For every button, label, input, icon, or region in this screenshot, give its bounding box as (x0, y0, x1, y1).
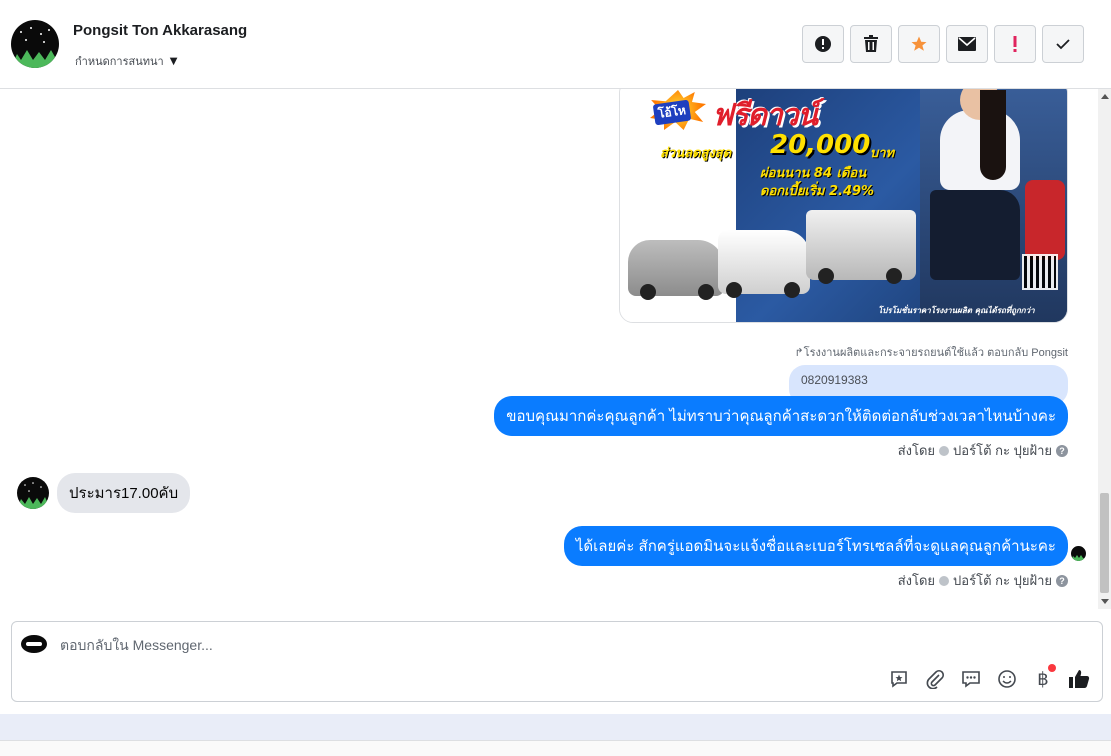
promo-discount-label: ส่วนลดสูงสุด (660, 146, 732, 161)
help-icon[interactable]: ? (1056, 444, 1068, 457)
promo-footer-text: โปรโมชั่นราคาโรงงานผลิต คุณได้รถที่ถูกกว… (878, 306, 1035, 315)
trash-icon (864, 35, 878, 52)
mark-unread-button[interactable] (946, 25, 988, 63)
promo-interest: ดอกเบี้ยเริ่ม 2.49% (760, 184, 875, 199)
help-icon[interactable]: ? (1056, 574, 1068, 587)
mark-done-button[interactable] (1042, 25, 1084, 63)
promo-discount-value: 20,000 (770, 130, 871, 160)
promo-car-cage-truck (806, 210, 916, 284)
delivered-check-icon (939, 575, 950, 586)
payment-button[interactable]: ฿ (1032, 664, 1056, 690)
contact-name[interactable]: Pongsit Ton Akkarasang (73, 22, 247, 39)
sent-by-name: ปอร์โต้ กะ ปุยฝ้าย (953, 443, 1052, 458)
sent-by-name: ปอร์โต้ กะ ปุยฝ้าย (953, 573, 1052, 588)
caret-down-icon: ▼ (169, 55, 178, 67)
baht-icon: ฿ (1037, 668, 1049, 690)
thread-scrollbar[interactable] (1098, 89, 1111, 609)
promo-image-attachment[interactable]: โอ้โห ฟรีดาวน์ ส่วนลดสูงสุด 20,000 บาท ผ… (619, 89, 1068, 323)
star-icon (911, 36, 927, 51)
assign-label: กำหนดการสนทนา (75, 55, 164, 68)
page-avatar (21, 635, 47, 653)
scroll-up-icon[interactable] (1101, 94, 1109, 99)
paperclip-icon (926, 669, 945, 689)
attach-button[interactable] (924, 668, 946, 690)
sent-by-info: ส่งโดย ปอร์โต้ กะ ปุยฝ้าย ? (898, 570, 1068, 591)
promo-discount-unit: บาท (870, 146, 895, 161)
sent-by-prefix: ส่งโดย (897, 443, 936, 458)
seen-by-avatar (1071, 546, 1086, 561)
outgoing-message[interactable]: ได้เลยค่ะ สักครู่แอดมินจะแจ้งชื่อและเบอร… (563, 526, 1068, 566)
notification-dot (1048, 664, 1056, 672)
reply-note: ↱โรงงานผลิตและกระจายรถยนต์ใช้แล้ว ตอบกลั… (794, 347, 1068, 359)
alert-circle-icon (815, 36, 831, 52)
inbox-conversation-view: Pongsit Ton Akkarasang กำหนดการสนทนา ▼ โ… (0, 0, 1111, 756)
incoming-message-row: ประมาร17.00คับ (17, 473, 191, 513)
star-button[interactable] (898, 25, 940, 63)
contact-avatar[interactable] (11, 20, 59, 68)
delivered-check-icon (939, 445, 950, 456)
thumbs-up-icon (1069, 670, 1090, 688)
qr-code-icon (1022, 254, 1058, 290)
mark-spam-button[interactable] (802, 25, 844, 63)
promo-car-pickup (718, 230, 810, 298)
scrollbar-thumb[interactable] (1100, 493, 1109, 593)
promo-model-legs (930, 190, 1020, 280)
sent-by-prefix: ส่งโดย (897, 573, 936, 588)
composer-tools: ฿ (888, 664, 1090, 690)
quick-replies-button[interactable] (960, 668, 982, 690)
follow-up-button[interactable] (994, 25, 1036, 63)
delete-button[interactable] (850, 25, 892, 63)
outgoing-message[interactable]: ขอบคุณมากค่ะคุณลูกค้า ไม่ทราบว่าคุณลูกค้… (494, 396, 1068, 436)
saved-reply-icon (891, 671, 907, 688)
conversation-header: Pongsit Ton Akkarasang กำหนดการสนทนา ▼ (0, 0, 1111, 89)
message-thread[interactable]: โอ้โห ฟรีดาวน์ ส่วนลดสูงสุด 20,000 บาท ผ… (0, 89, 1098, 609)
promo-car-hatchback (628, 240, 724, 300)
emoji-icon (998, 670, 1016, 688)
contact-avatar-small[interactable] (17, 477, 49, 509)
scroll-down-icon[interactable] (1101, 599, 1109, 604)
exclamation-icon (1013, 36, 1017, 52)
check-icon (1056, 39, 1070, 50)
like-button[interactable] (1068, 668, 1090, 690)
reply-composer: ฿ (11, 621, 1103, 702)
promo-seat (1025, 180, 1065, 260)
sent-by-info: ส่งโดย ปอร์โต้ กะ ปุยฝ้าย ? (898, 440, 1068, 461)
saved-reply-button[interactable] (888, 668, 910, 690)
chat-bubbles-icon (962, 671, 980, 688)
promo-model-hair (980, 90, 1006, 180)
assign-conversation-dropdown[interactable]: กำหนดการสนทนา ▼ (75, 52, 177, 70)
envelope-icon (958, 37, 976, 51)
incoming-message[interactable]: ประมาร17.00คับ (57, 473, 191, 513)
reply-input[interactable] (60, 634, 960, 656)
bottom-panel (0, 714, 1111, 740)
header-actions (802, 25, 1084, 63)
emoji-button[interactable] (996, 668, 1018, 690)
bottom-bar (0, 740, 1111, 756)
